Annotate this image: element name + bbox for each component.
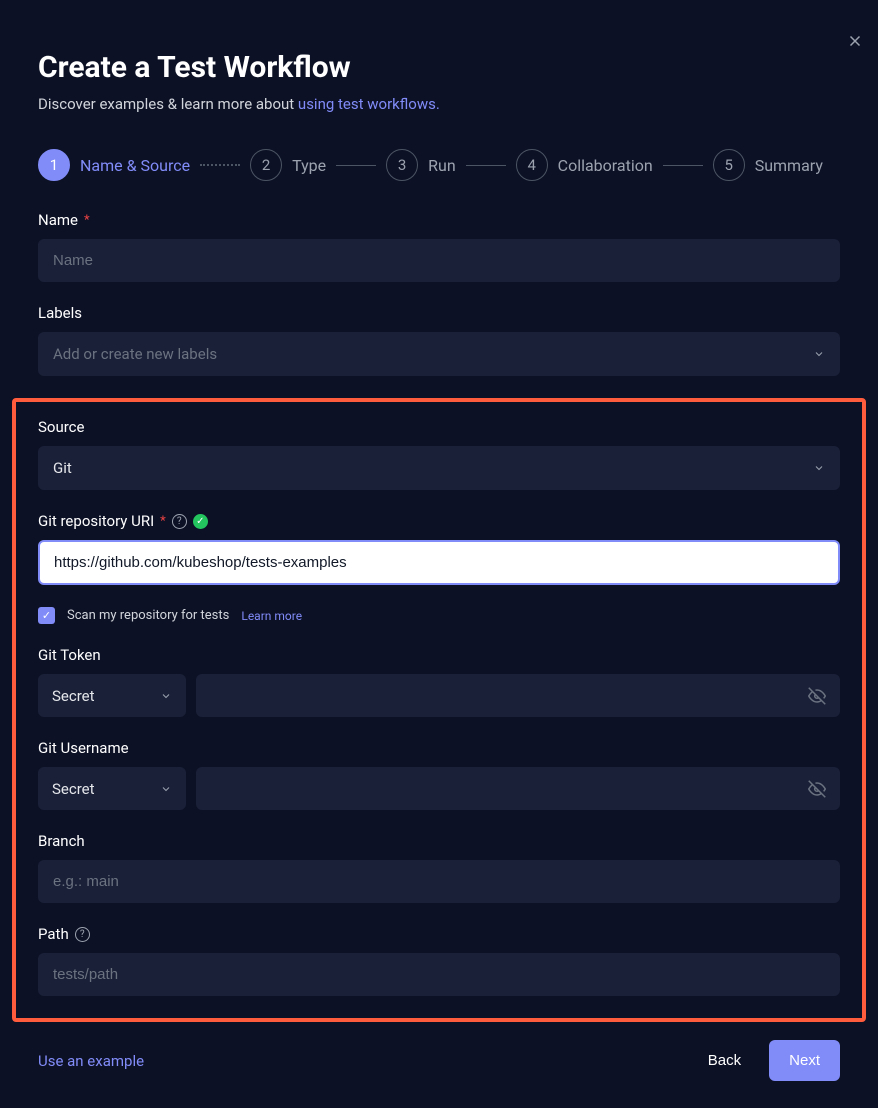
page-title: Create a Test Workflow xyxy=(38,50,840,85)
git-token-input[interactable] xyxy=(196,674,840,717)
name-label: Name* xyxy=(38,211,840,229)
wizard-steps: 1 Name & Source 2 Type 3 Run 4 Collabora… xyxy=(38,149,840,181)
step-summary[interactable]: 5 Summary xyxy=(713,149,823,181)
git-username-label: Git Username xyxy=(38,739,840,757)
git-token-label: Git Token xyxy=(38,646,840,664)
modal-footer: Use an example Back Next xyxy=(38,1040,840,1081)
step-separator xyxy=(663,165,703,166)
use-an-example-link[interactable]: Use an example xyxy=(38,1052,144,1070)
next-button[interactable]: Next xyxy=(769,1040,840,1081)
labels-select[interactable]: Add or create new labels xyxy=(38,332,840,376)
source-highlight-box: Source Git Git repository URI * ? ✓ ✓ Sc… xyxy=(12,398,866,1022)
help-icon[interactable]: ? xyxy=(75,927,90,942)
path-group: Path ? xyxy=(38,925,840,996)
source-group: Source Git xyxy=(38,418,840,490)
chevron-down-icon xyxy=(160,783,172,795)
close-icon[interactable] xyxy=(846,32,864,50)
git-token-mode-select[interactable]: Secret xyxy=(38,674,186,717)
check-circle-icon: ✓ xyxy=(193,514,208,529)
branch-input[interactable] xyxy=(38,860,840,903)
labels-group: Labels Add or create new labels xyxy=(38,304,840,376)
step-separator xyxy=(466,165,506,166)
branch-label: Branch xyxy=(38,832,840,850)
eye-off-icon[interactable] xyxy=(808,780,826,798)
labels-label: Labels xyxy=(38,304,840,322)
create-test-workflow-modal: Create a Test Workflow Discover examples… xyxy=(0,6,878,1108)
branch-group: Branch xyxy=(38,832,840,903)
scan-repo-row: ✓ Scan my repository for tests Learn mor… xyxy=(38,607,840,624)
eye-off-icon[interactable] xyxy=(808,687,826,705)
git-token-group: Git Token Secret xyxy=(38,646,840,717)
chevron-down-icon xyxy=(813,462,825,474)
git-uri-group: Git repository URI * ? ✓ xyxy=(38,512,840,585)
step-separator xyxy=(336,165,376,166)
scan-repo-checkbox[interactable]: ✓ xyxy=(38,607,55,624)
chevron-down-icon xyxy=(813,348,825,360)
step-type[interactable]: 2 Type xyxy=(250,149,326,181)
step-run[interactable]: 3 Run xyxy=(386,149,456,181)
git-uri-input[interactable] xyxy=(38,540,840,585)
help-icon[interactable]: ? xyxy=(172,514,187,529)
scan-repo-label: Scan my repository for tests xyxy=(67,608,229,623)
source-label: Source xyxy=(38,418,840,436)
step-collaboration[interactable]: 4 Collaboration xyxy=(516,149,653,181)
name-input[interactable] xyxy=(38,239,840,282)
step-separator xyxy=(200,164,240,166)
step-name-source[interactable]: 1 Name & Source xyxy=(38,149,190,181)
git-username-group: Git Username Secret xyxy=(38,739,840,810)
back-button[interactable]: Back xyxy=(700,1042,749,1079)
source-select[interactable]: Git xyxy=(38,446,840,490)
git-username-input[interactable] xyxy=(196,767,840,810)
scan-learn-more-link[interactable]: Learn more xyxy=(241,609,302,623)
path-label: Path ? xyxy=(38,925,840,943)
page-subtitle: Discover examples & learn more about usi… xyxy=(38,95,840,113)
name-group: Name* xyxy=(38,211,840,282)
using-test-workflows-link[interactable]: using test workflows. xyxy=(298,95,440,113)
git-uri-label: Git repository URI * ? ✓ xyxy=(38,512,840,530)
git-username-mode-select[interactable]: Secret xyxy=(38,767,186,810)
chevron-down-icon xyxy=(160,690,172,702)
path-input[interactable] xyxy=(38,953,840,996)
